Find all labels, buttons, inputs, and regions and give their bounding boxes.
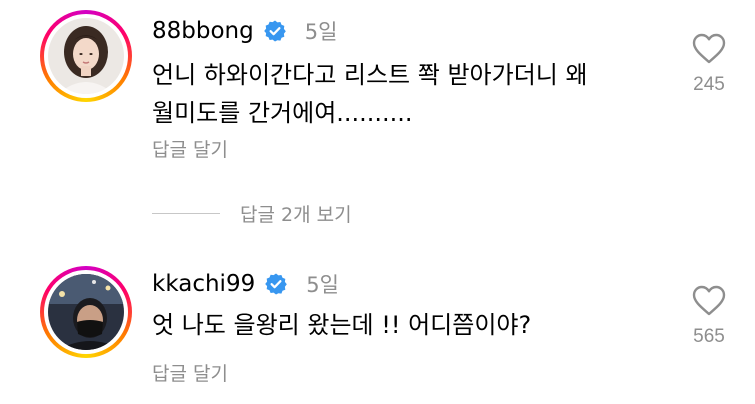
avatar (48, 18, 124, 94)
reply-button[interactable]: 답글 달기 (152, 135, 228, 162)
reply-button[interactable]: 답글 달기 (152, 359, 228, 386)
like-control: 565 (686, 285, 732, 348)
avatar (48, 274, 124, 350)
like-count: 565 (693, 326, 725, 347)
comment-text: 언니 하와이간다고 리스트 쫙 받아가더니 왜 월미도를 간거에여.......… (152, 61, 588, 127)
view-replies-label: 답글 2개 보기 (240, 203, 352, 226)
profile-photo-man-mask (48, 274, 124, 350)
username-link[interactable]: 88bbong (152, 18, 254, 44)
verified-badge-icon (263, 19, 287, 43)
comment-timestamp: 5일 (306, 273, 339, 297)
heart-outline-icon[interactable] (692, 33, 726, 64)
comment-header: kkachi99 5일 (152, 269, 339, 299)
comment-timestamp: 5일 (304, 20, 338, 44)
profile-photo-woman (48, 18, 124, 94)
avatar-story-ring[interactable] (40, 10, 132, 102)
view-replies-button[interactable]: 답글 2개 보기 (152, 200, 352, 226)
comment-item: 88bbong 5일 언니 하와이간다고 리스트 쫙 받아가더니 왜 월미도를 … (0, 0, 755, 185)
comment-header: 88bbong 5일 (152, 16, 337, 46)
like-control: 245 (686, 33, 732, 96)
username-link[interactable]: kkachi99 (152, 271, 255, 297)
like-count: 245 (693, 74, 725, 95)
heart-outline-icon[interactable] (692, 285, 726, 316)
comment-item: kkachi99 5일 엇 나도 을왕리 왔는데 !! 어디쯤이야? 답글 달기… (0, 255, 755, 404)
divider-line (152, 212, 220, 214)
avatar-story-ring[interactable] (40, 266, 132, 358)
comment-text: 엇 나도 을왕리 왔는데 !! 어디쯤이야? (152, 311, 532, 339)
verified-badge-icon (264, 272, 288, 296)
